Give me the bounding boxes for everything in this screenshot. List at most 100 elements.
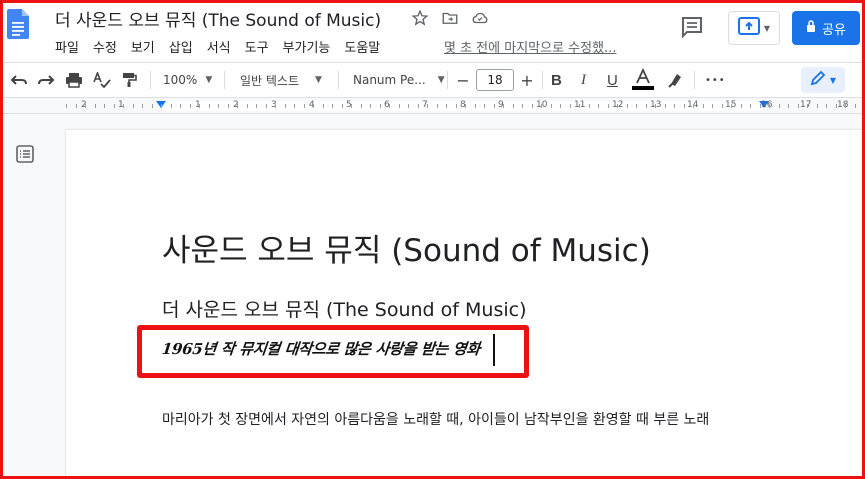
menu-insert[interactable]: 삽입 [169, 37, 193, 56]
ruler-tick [750, 104, 751, 108]
body-paragraph[interactable]: 마리아가 첫 장면에서 자연의 아름다움을 노래할 때, 아이들이 남작부인을 … [162, 410, 762, 430]
undo-icon[interactable] [10, 63, 28, 97]
zoom-select[interactable]: 100% ▼ [163, 63, 212, 97]
font-select[interactable]: Nanum Pe... ▼ [353, 63, 445, 97]
menu-format[interactable]: 서식 [207, 37, 231, 56]
ruler-tick [646, 104, 647, 108]
more-options-icon[interactable]: ••• [705, 63, 726, 97]
last-edit-link[interactable]: 몇 초 전에 마지막으로 수정했... [444, 37, 616, 56]
lock-icon [806, 20, 816, 36]
ruler-tick [437, 104, 438, 108]
ruler-tick [342, 104, 343, 108]
ruler-tick [731, 104, 732, 108]
ruler-tick [627, 104, 628, 108]
ruler-tick [266, 104, 267, 108]
bold-icon[interactable]: B [551, 63, 562, 97]
ruler-tick [446, 104, 447, 108]
ruler[interactable]: 21123456789101112131415161718 [0, 98, 865, 114]
italic-icon[interactable]: I [581, 63, 586, 97]
present-icon [737, 17, 760, 39]
ruler-tick [76, 104, 77, 108]
move-folder-icon[interactable] [440, 8, 460, 28]
ruler-tick [114, 104, 115, 108]
star-icon[interactable] [410, 8, 430, 28]
ruler-tick [399, 104, 400, 108]
ruler-tick [560, 104, 561, 108]
menu-bar: 파일 수정 보기 삽입 서식 도구 부가기능 도움말 [55, 37, 394, 56]
ruler-tick [684, 104, 685, 108]
font-size-input[interactable]: 18 [476, 69, 514, 91]
increase-font-size-button[interactable]: + [517, 69, 537, 91]
ruler-tick [123, 104, 124, 108]
ruler-tick [494, 104, 495, 108]
menu-help[interactable]: 도움말 [344, 37, 380, 56]
ruler-tick [703, 104, 704, 108]
paragraph-style-value: 일반 텍스트 [240, 73, 300, 88]
ruler-tick [427, 104, 428, 108]
ruler-tick [332, 104, 333, 108]
paragraph-style-select[interactable]: 일반 텍스트 ▼ [240, 63, 322, 97]
ruler-tick [171, 104, 172, 108]
paint-format-icon[interactable] [121, 63, 137, 97]
ruler-tick [760, 104, 761, 108]
ruler-tick [769, 104, 770, 108]
ruler-tick [636, 104, 637, 108]
share-label: 공유 [822, 22, 846, 38]
highlight-color-icon[interactable] [667, 63, 683, 97]
zoom-value: 100% [163, 73, 198, 87]
ruler-tick [532, 104, 533, 108]
ruler-tick [598, 104, 599, 108]
text-color-icon[interactable] [632, 63, 654, 97]
ruler-tick [779, 104, 780, 108]
editing-mode-button[interactable]: ▼ [801, 67, 845, 93]
heading-1[interactable]: 사운드 오브 뮤직 (Sound of Music) [162, 225, 651, 270]
ruler-tick [693, 104, 694, 108]
menu-view[interactable]: 보기 [131, 37, 155, 56]
print-icon[interactable] [65, 63, 83, 97]
ruler-tick [161, 104, 162, 108]
ruler-tick [513, 104, 514, 108]
ruler-tick [855, 104, 856, 108]
comment-history-icon[interactable] [680, 16, 704, 39]
heading-2[interactable]: 더 사운드 오브 뮤직 (The Sound of Music) [162, 295, 526, 322]
cloud-saved-icon[interactable] [470, 8, 490, 28]
ruler-tick [247, 104, 248, 108]
ruler-tick [589, 104, 590, 108]
decrease-font-size-button[interactable]: − [453, 69, 473, 91]
spellcheck-icon[interactable] [93, 63, 111, 97]
docs-logo-icon[interactable] [7, 9, 29, 39]
ruler-tick [617, 104, 618, 108]
menu-file[interactable]: 파일 [55, 37, 79, 56]
present-button[interactable]: ▼ [728, 11, 780, 45]
menu-edit[interactable]: 수정 [93, 37, 117, 56]
document-title[interactable]: 더 사운드 오브 뮤직 (The Sound of Music) [55, 6, 381, 31]
docs-header: 더 사운드 오브 뮤직 (The Sound of Music) 파일 수정 보… [0, 0, 865, 62]
ruler-tick [741, 104, 742, 108]
ruler-tick [294, 104, 295, 108]
ruler-tick [665, 104, 666, 108]
ruler-tick [389, 104, 390, 108]
redo-icon[interactable] [37, 63, 55, 97]
ruler-tick [798, 104, 799, 108]
share-button[interactable]: 공유 [792, 11, 860, 45]
menu-tools[interactable]: 도구 [245, 37, 269, 56]
menu-addons[interactable]: 부가기능 [283, 37, 331, 56]
ruler-tick [579, 104, 580, 108]
document-outline-icon[interactable] [16, 145, 34, 167]
ruler-number: 16 [761, 100, 773, 110]
chevron-down-icon: ▼ [763, 23, 771, 33]
chevron-down-icon: ▼ [437, 75, 445, 85]
ruler-tick [503, 104, 504, 108]
ruler-tick [817, 104, 818, 108]
ruler-tick [180, 104, 181, 108]
underline-icon[interactable]: U [607, 63, 618, 97]
ruler-tick [313, 104, 314, 108]
ruler-tick [807, 104, 808, 108]
ruler-tick [570, 104, 571, 108]
ruler-tick [104, 104, 105, 108]
ruler-tick [237, 104, 238, 108]
ruler-tick [722, 104, 723, 108]
ruler-tick [304, 104, 305, 108]
chevron-down-icon: ▼ [829, 75, 837, 85]
ruler-tick [788, 104, 789, 108]
